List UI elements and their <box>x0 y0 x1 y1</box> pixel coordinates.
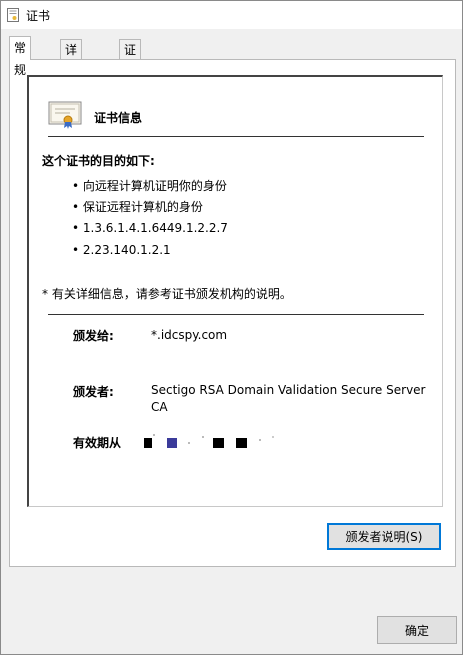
redacted-validity-dates <box>144 434 274 448</box>
tab-general[interactable]: 常规 <box>9 36 32 77</box>
list-item: • 1.3.6.1.4.1.6449.1.2.2.7 <box>72 221 228 235</box>
certificate-dialog: 证书 常规 详细信息 证书路径 证书信息 这个证书的目的如下: • 向远程计算机… <box>0 0 463 655</box>
issuer-statement-button[interactable]: 颁发者说明(S) <box>327 523 441 550</box>
tab-details[interactable]: 详细信息 <box>60 39 83 117</box>
title-bar: 证书 <box>1 1 462 29</box>
header-separator <box>48 136 424 137</box>
certificate-info-icon <box>48 101 82 129</box>
purpose-title: 这个证书的目的如下: <box>42 154 155 168</box>
details-note: * 有关详细信息，请参考证书颁发机构的说明。 <box>42 287 292 301</box>
list-item: • 向远程计算机证明你的身份 <box>72 179 227 193</box>
issued-to-value: *.idcspy.com <box>151 328 228 342</box>
issued-by-value: Sectigo RSA Domain Validation Secure Ser… <box>151 383 426 414</box>
list-item: • 2.23.140.1.2.1 <box>72 243 171 257</box>
header-title: 证书信息 <box>94 111 143 125</box>
tab-certification-path[interactable]: 证书路径 <box>119 39 142 117</box>
issued-to-label: 颁发给: <box>73 329 114 343</box>
certificate-icon <box>7 8 19 22</box>
tab-panel-general: 证书信息 这个证书的目的如下: • 向远程计算机证明你的身份 • 保证远程计算机… <box>9 59 456 567</box>
ok-button[interactable]: 确定 <box>377 616 457 644</box>
info-separator <box>48 314 424 315</box>
window-title: 证书 <box>26 9 51 23</box>
certificate-info-box: 证书信息 这个证书的目的如下: • 向远程计算机证明你的身份 • 保证远程计算机… <box>27 75 443 507</box>
validity-label: 有效期从 <box>73 436 122 450</box>
issued-by-label: 颁发者: <box>73 385 114 399</box>
list-item: • 保证远程计算机的身份 <box>72 200 203 214</box>
